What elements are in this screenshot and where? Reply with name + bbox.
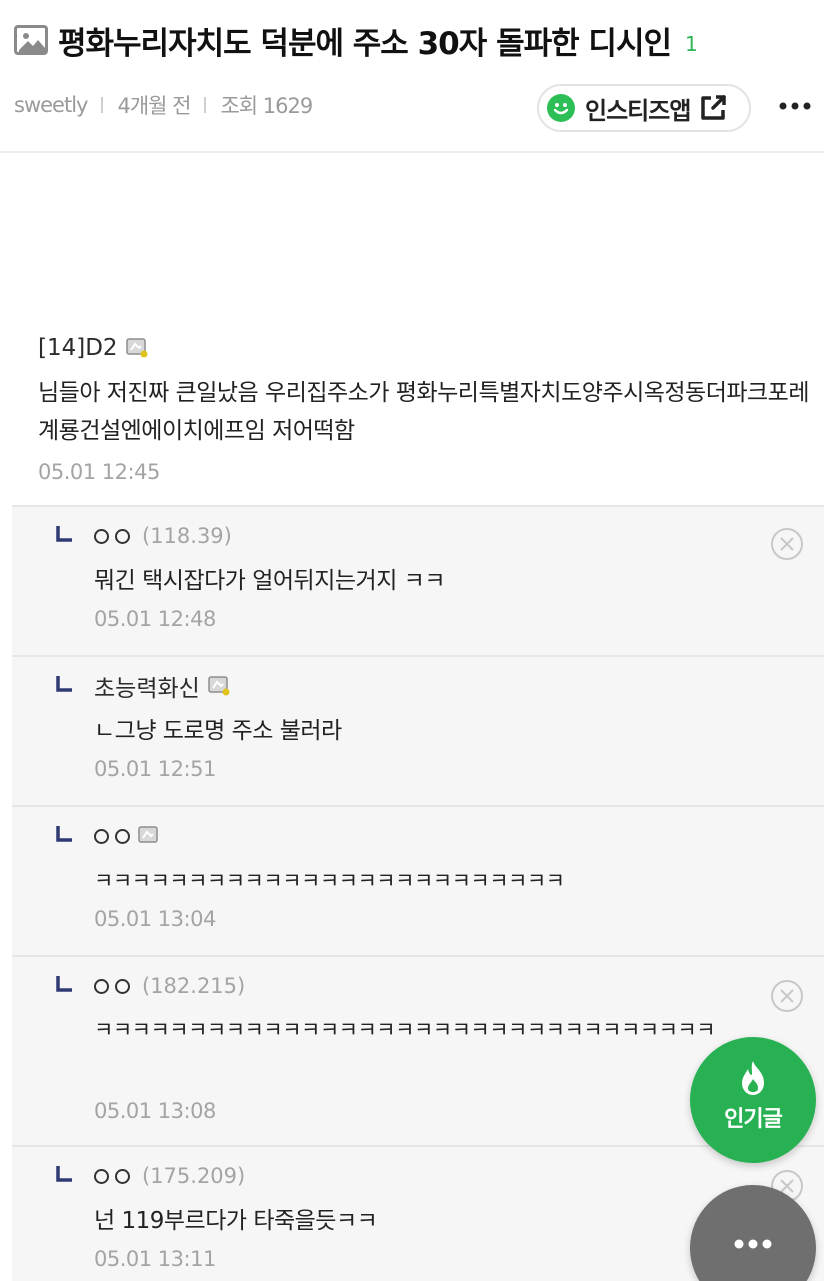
external-link-icon [701, 95, 727, 120]
reply-text: ㅋㅋㅋㅋㅋㅋㅋㅋㅋㅋㅋㅋㅋㅋㅋㅋㅋㅋㅋㅋㅋㅋㅋㅋㅋ [94, 869, 565, 893]
post-meta: sweetly 4개월 전 조회 1629 [14, 88, 313, 122]
reply-item: ㅋㅋㅋㅋㅋㅋㅋㅋㅋㅋㅋㅋㅋㅋㅋㅋㅋㅋㅋㅋㅋㅋㅋㅋㅋ 05.01 13:04 [12, 805, 824, 955]
reply-author: (118.39) [94, 519, 232, 553]
meta-divider [101, 97, 104, 113]
more-dots-icon[interactable] [776, 92, 816, 120]
comment-text: 님들아 저진짜 큰일났음 우리집주소가 평화누리특별자치도양주시옥정동더파크포레… [38, 380, 810, 444]
open-app-button[interactable]: 인스티즈앱 [537, 84, 751, 132]
reply-arrow-icon [56, 526, 72, 542]
reply-arrow-icon [56, 676, 72, 692]
meta-divider [204, 97, 207, 113]
anonymous-author-glyph [94, 978, 130, 994]
reply-ip: (175.209) [142, 1164, 246, 1188]
reply-item: 초능력화신 ㄴ그냥 도로명 주소 불러라 05.01 12:51 [12, 655, 824, 805]
close-circle-icon [771, 528, 803, 560]
reply-item: (118.39) 뭐긴 택시잡다가 얼어뒤지는거지 ㅋㅋ 05.01 12:48 [12, 505, 824, 655]
post-title-row: 평화누리자치도 덕분에 주소 30자 돌파한 디시인 1 [14, 20, 698, 62]
main-comment: [14]D2 님들아 저진짜 큰일났음 우리집주소가 평화누리특별자치도양주시옥… [38, 330, 818, 484]
reply-ip: (118.39) [142, 524, 232, 548]
close-circle-icon [771, 980, 803, 1012]
reply-arrow-icon [56, 1166, 72, 1182]
post-title: 평화누리자치도 덕분에 주소 30자 돌파한 디시인 [58, 25, 672, 62]
post-author[interactable]: sweetly [14, 93, 88, 117]
reply-ip: (182.215) [142, 974, 246, 998]
reply-time: 05.01 13:11 [94, 1247, 216, 1271]
comment-time: 05.01 12:45 [38, 460, 160, 484]
flame-icon [742, 1061, 764, 1095]
smile-icon [547, 94, 575, 122]
reply-author: 초능력화신 [94, 669, 230, 703]
reply-author-name: 초능력화신 [94, 676, 200, 702]
reply-arrow-icon [56, 826, 72, 842]
reply-text: 뭐긴 택시잡다가 얼어뒤지는거지 ㅋㅋ [94, 568, 446, 594]
anonymous-author-glyph [94, 828, 130, 844]
post-header: 평화누리자치도 덕분에 주소 30자 돌파한 디시인 1 sweetly 4개월… [0, 0, 824, 153]
reply-arrow-icon [56, 976, 72, 992]
post-views: 조회 1629 [220, 94, 313, 118]
reply-text: ㄴ그냥 도로명 주소 불러라 [94, 718, 342, 744]
reply-time: 05.01 13:08 [94, 1099, 216, 1123]
reply-author [94, 819, 160, 853]
more-dots-icon [734, 1239, 772, 1249]
reply-time: 05.01 12:48 [94, 607, 216, 631]
open-app-label: 인스티즈앱 [585, 96, 691, 125]
comment-count[interactable]: 1 [685, 32, 698, 56]
reply-author: (182.215) [94, 969, 245, 1003]
gallery-badge-icon [208, 676, 230, 696]
comment-author-name: [14]D2 [38, 335, 118, 361]
reply-time: 05.01 13:04 [94, 907, 216, 931]
comment-author: [14]D2 [38, 330, 818, 366]
popular-posts-label: 인기글 [724, 1107, 783, 1132]
reply-time: 05.01 12:51 [94, 757, 216, 781]
gallery-badge-icon [138, 826, 158, 843]
anonymous-author-glyph [94, 1168, 130, 1184]
post-date: 4개월 전 [117, 94, 191, 118]
reply-author: (175.209) [94, 1159, 245, 1193]
popular-posts-button[interactable]: 인기글 [690, 1037, 816, 1163]
reply-text: ㅋㅋㅋㅋㅋㅋㅋㅋㅋㅋㅋㅋㅋㅋㅋㅋㅋㅋㅋㅋㅋㅋㅋㅋㅋㅋㅋㅋㅋㅋㅋㅋㅋ [94, 1018, 716, 1042]
image-icon [14, 25, 48, 55]
gallery-badge-icon [125, 338, 148, 358]
anonymous-author-glyph [94, 528, 130, 544]
